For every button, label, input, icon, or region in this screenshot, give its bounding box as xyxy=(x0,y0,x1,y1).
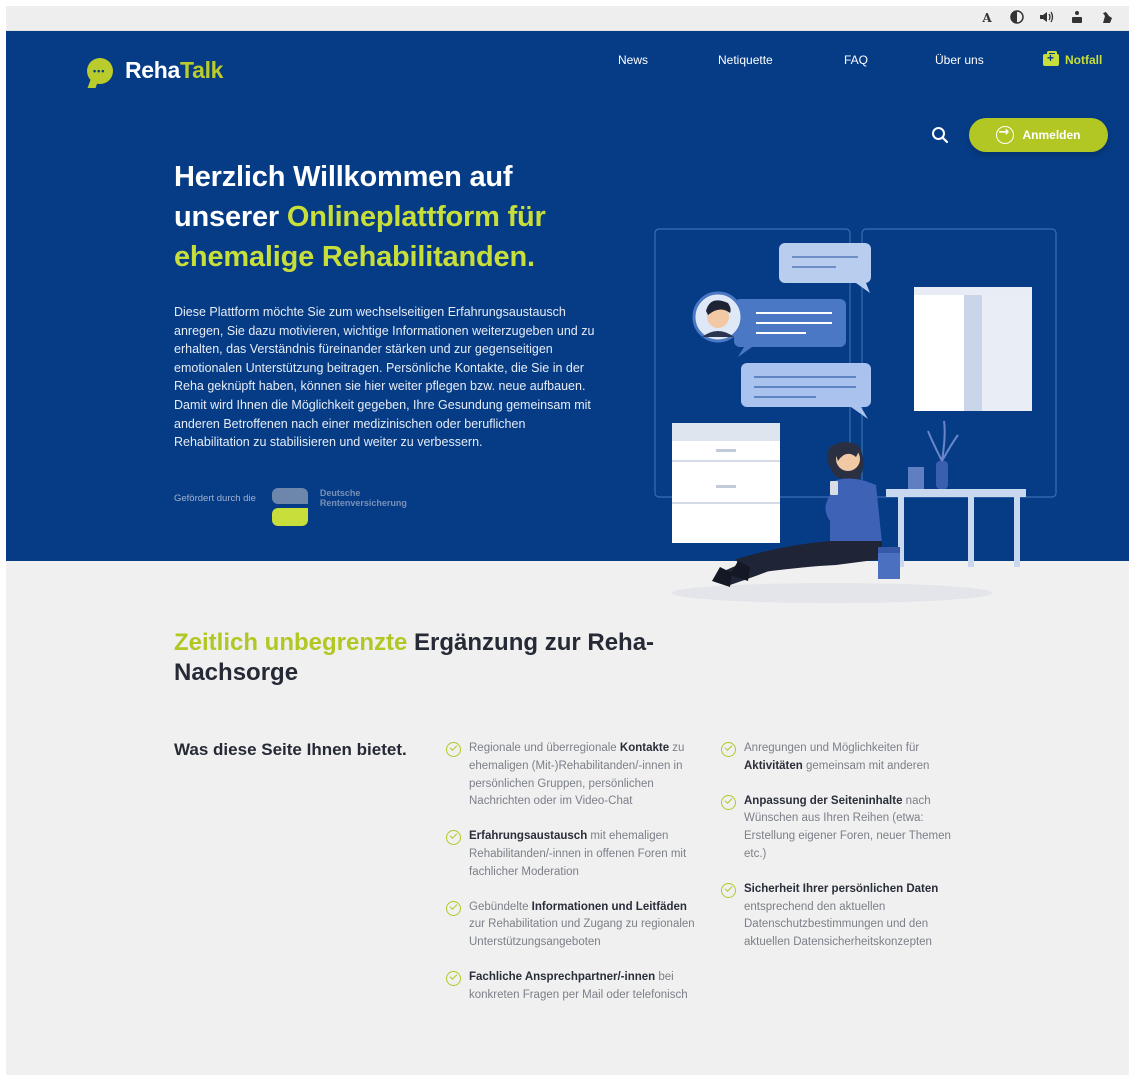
section-subtitle: Was diese Seite Ihnen bietet. xyxy=(174,740,407,759)
simple-language-icon[interactable] xyxy=(1099,10,1115,26)
nav-news[interactable]: News xyxy=(618,53,648,67)
feature-item: Regionale und überregionale Kontakte zu … xyxy=(446,740,706,811)
login-button[interactable]: Anmelden xyxy=(969,118,1108,152)
section-title: Zeitlich unbegrenzte Ergänzung zur Reha-… xyxy=(174,629,655,686)
sign-language-icon[interactable] xyxy=(1069,10,1085,26)
contrast-icon[interactable] xyxy=(1009,10,1025,26)
drv-logo-text: Deutsche Rentenversicherung xyxy=(319,488,407,508)
accessibility-bar: A xyxy=(6,6,1129,31)
main-nav: News Netiquette FAQ Über uns Notfall xyxy=(6,51,1129,73)
nav-about[interactable]: Über uns xyxy=(935,53,984,67)
check-circle-icon xyxy=(446,830,461,846)
funding-label: Gefördert durch die xyxy=(174,493,256,504)
check-circle-icon xyxy=(446,742,461,757)
check-circle-icon xyxy=(721,794,736,810)
funding-note: Gefördert durch die Deutsche Rentenversi… xyxy=(174,488,407,526)
feature-list-right: Anregungen und Möglichkeiten für Aktivit… xyxy=(721,740,966,969)
feature-item: Erfahrungsaustausch mit ehemaligen Rehab… xyxy=(446,828,706,881)
hero-headline: Herzlich Willkommen auf unserer Onlinepl… xyxy=(174,161,546,273)
feature-list-left: Regionale und überregionale Kontakte zu … xyxy=(446,740,706,1022)
page: A ••• RehaTalk News Netiquette FAQ Über xyxy=(6,6,1129,1075)
hero-intro-text: Diese Plattform möchte Sie zum wechselse… xyxy=(174,305,595,450)
search-button[interactable] xyxy=(931,126,951,146)
check-circle-icon xyxy=(446,900,461,916)
login-icon xyxy=(996,125,1015,144)
font-size-icon[interactable]: A xyxy=(979,10,995,26)
nav-faq[interactable]: FAQ xyxy=(844,53,868,67)
search-icon xyxy=(932,127,949,144)
feature-item: Fachliche Ansprechpartner/-innen bei kon… xyxy=(446,969,706,1005)
feature-item: Sicherheit Ihrer persönlichen Daten ents… xyxy=(721,881,966,952)
first-aid-icon xyxy=(1043,51,1059,66)
feature-item: Gebündelte Informationen und Leitfäden z… xyxy=(446,899,706,952)
check-circle-icon xyxy=(721,742,736,757)
login-label: Anmelden xyxy=(1022,128,1081,142)
nav-netiquette[interactable]: Netiquette xyxy=(718,53,773,67)
hero-illustration xyxy=(654,228,1057,603)
feature-item: Anregungen und Möglichkeiten für Aktivit… xyxy=(721,740,966,776)
audio-icon[interactable] xyxy=(1039,10,1055,26)
check-circle-icon xyxy=(721,882,736,898)
emergency-label: Notfall xyxy=(1065,53,1103,67)
drv-logo xyxy=(271,488,308,526)
feature-item: Anpassung der Seiteninhalte nach Wünsche… xyxy=(721,793,966,864)
check-circle-icon xyxy=(446,970,461,986)
emergency-link[interactable]: Notfall xyxy=(1043,51,1103,67)
